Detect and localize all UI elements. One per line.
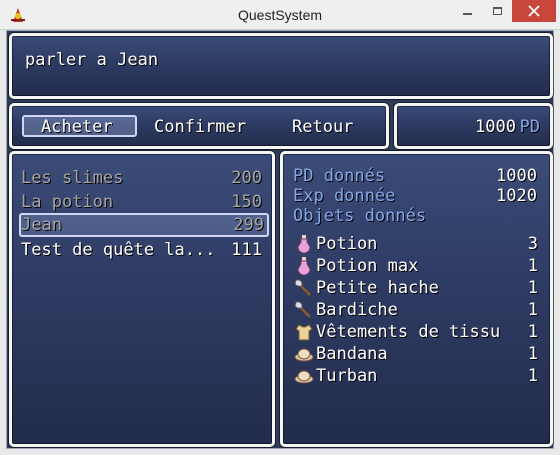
quest-row-les-slimes[interactable]: Les slimes 200 xyxy=(21,166,267,190)
item-name: Vêtements de tissu xyxy=(316,322,501,342)
quest-price: 200 xyxy=(231,168,262,188)
quest-details-window: PD donnés 1000 Exp donnée 1020 Objets do… xyxy=(280,151,553,447)
axe-icon xyxy=(294,279,311,296)
help-text: parler a Jean xyxy=(25,50,159,70)
item-quantity: 1 xyxy=(527,300,538,320)
item-row-turban: Turban 1 xyxy=(293,365,541,387)
item-name: Petite hache xyxy=(316,278,439,298)
item-quantity: 1 xyxy=(527,278,538,298)
item-quantity: 1 xyxy=(527,344,538,364)
axe-icon xyxy=(294,301,311,318)
item-quantity: 3 xyxy=(527,234,538,254)
item-quantity: 1 xyxy=(527,322,538,342)
quest-price: 111 xyxy=(231,240,262,260)
acheter-label: Acheter xyxy=(41,117,113,137)
item-name: Turban xyxy=(316,366,378,386)
item-row-potion-max: Potion max 1 xyxy=(293,255,541,277)
maximize-icon xyxy=(492,7,502,15)
window-titlebar: QuestSystem xyxy=(0,0,560,30)
acheter-command[interactable]: Acheter xyxy=(22,115,137,137)
quest-name: Jean xyxy=(21,215,62,235)
item-name: Bandana xyxy=(316,344,388,364)
gold-unit: PD xyxy=(519,117,540,137)
confirmer-command[interactable]: Confirmer xyxy=(154,117,246,137)
clothes-icon xyxy=(295,324,313,341)
minimize-button[interactable] xyxy=(452,0,482,22)
retour-command[interactable]: Retour xyxy=(292,117,353,137)
close-button[interactable] xyxy=(512,0,556,22)
quest-row-test-de-quete[interactable]: Test de quête la... 111 xyxy=(21,238,267,262)
command-window: Acheter Confirmer Retour xyxy=(9,103,389,149)
exp-given-label: Exp donnée xyxy=(293,186,396,206)
gold-value: 1000 xyxy=(475,117,516,137)
gold-window: 1000 PD xyxy=(394,103,553,149)
item-name: Potion xyxy=(316,234,378,254)
potion-icon xyxy=(297,235,311,254)
game-screen: parler a Jean Acheter Confirmer Retour 1… xyxy=(6,30,554,449)
pd-given-label: PD donnés xyxy=(293,166,386,186)
hat-icon xyxy=(294,348,314,362)
quest-price: 299 xyxy=(233,215,264,235)
help-window: parler a Jean xyxy=(9,33,553,99)
quest-name: Les slimes xyxy=(21,168,124,188)
quest-row-la-potion[interactable]: La potion 150 xyxy=(21,190,267,214)
item-row-bardiche: Bardiche 1 xyxy=(293,299,541,321)
item-row-bandana: Bandana 1 xyxy=(293,343,541,365)
item-name: Bardiche xyxy=(316,300,398,320)
quest-row-jean[interactable]: Jean 299 xyxy=(19,213,269,237)
minimize-icon xyxy=(462,13,472,15)
close-icon xyxy=(528,5,540,17)
potion-icon xyxy=(297,257,311,276)
item-quantity: 1 xyxy=(527,256,538,276)
item-row-vetements-de-tissu: Vêtements de tissu 1 xyxy=(293,321,541,343)
quest-name: Test de quête la... xyxy=(21,240,216,260)
exp-given-value: 1020 xyxy=(496,186,537,206)
quest-list-window: Les slimes 200 La potion 150 Jean 299 Te… xyxy=(9,151,275,447)
quest-price: 150 xyxy=(231,192,262,212)
item-row-petite-hache: Petite hache 1 xyxy=(293,277,541,299)
hat-icon xyxy=(294,370,314,384)
item-row-potion: Potion 3 xyxy=(293,233,541,255)
quest-name: La potion xyxy=(21,192,114,212)
maximize-button[interactable] xyxy=(482,0,512,22)
objects-given-label: Objets donnés xyxy=(293,206,427,226)
item-quantity: 1 xyxy=(527,366,538,386)
pd-given-value: 1000 xyxy=(496,166,537,186)
item-name: Potion max xyxy=(316,256,419,276)
